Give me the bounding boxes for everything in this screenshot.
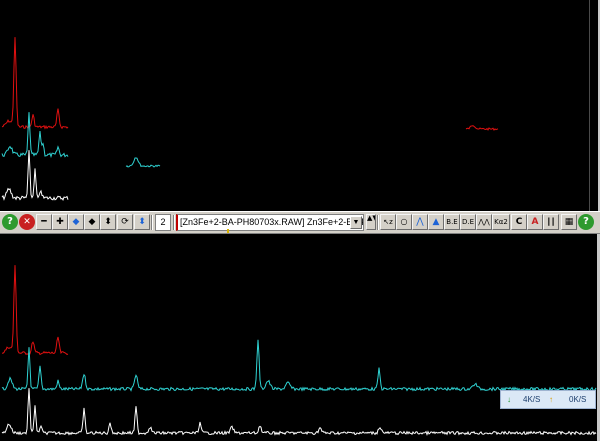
toolbar-separator (173, 215, 175, 230)
grid-icon[interactable]: ▦ (561, 214, 577, 230)
stretch-vertical-icon[interactable]: ⬍ (100, 214, 116, 230)
bottom-pattern-plot (1, 265, 597, 437)
background-edit-icon[interactable]: B.E (444, 214, 460, 230)
expand-horizontal-icon[interactable]: ◆ (68, 214, 84, 230)
pane-count-field[interactable]: 2 (155, 214, 171, 231)
stack-icon[interactable]: ⬍ (134, 214, 150, 230)
magnifier-icon[interactable]: ○ (396, 214, 412, 230)
top-pane-scrollbar[interactable] (589, 0, 598, 211)
upload-rate: 0K/S (569, 395, 587, 404)
help-icon[interactable]: ? (578, 214, 594, 230)
peak-search-icon[interactable]: ⋀ (412, 214, 428, 230)
red-pattern-trace (1, 37, 69, 130)
download-arrow-icon: ↓ (507, 395, 511, 404)
top-pattern-pane[interactable] (0, 0, 600, 211)
red-pattern-trace (1, 265, 69, 356)
expand-vertical-icon[interactable]: ◆ (84, 214, 100, 230)
network-rate-panel: ↓ 4K/S ↑ 0K/S (500, 390, 596, 409)
pattern-file-select-value: [Zn3Fe+2-BA-PH80703x.RAW] Zn3Fe+2-BA-PH8… (180, 217, 364, 227)
cyan-pattern-fragment (125, 157, 161, 168)
close-icon[interactable]: ✕ (19, 214, 35, 230)
data-edit-icon[interactable]: D.E (460, 214, 476, 230)
chevron-down-icon[interactable]: ▼ (350, 216, 362, 229)
red-pattern-fragment (465, 125, 499, 131)
toolbar-separator (151, 215, 153, 230)
bottom-pattern-pane[interactable] (0, 234, 600, 441)
download-rate: 4K/S (523, 395, 541, 404)
refresh-icon[interactable]: ⟳ (117, 214, 133, 230)
bars-icon[interactable]: ┃┃ (543, 214, 559, 230)
calibrate-icon[interactable]: C (511, 214, 527, 230)
annotate-icon[interactable]: A (527, 214, 543, 230)
minus-icon[interactable]: ━ (36, 214, 52, 230)
select-zoom-icon[interactable]: ↖z (380, 214, 396, 230)
spin-updown-icon[interactable]: ▲▼ (366, 214, 376, 230)
plus-icon[interactable]: ✚ (52, 214, 68, 230)
pattern-toolbar: ? ✕ ━ ✚ ◆ ◆ ⬍ ⟳ ⬍ 2 [Zn3Fe+2-BA-PH80703x… (0, 211, 600, 234)
profile-fit-icon[interactable]: ⋀⋀ (476, 214, 492, 230)
fill-peak-icon[interactable]: ▲ (428, 214, 444, 230)
ka2-strip-icon[interactable]: Kα2 (492, 214, 510, 230)
top-pattern-plot (1, 37, 499, 202)
pattern-file-select[interactable]: [Zn3Fe+2-BA-PH80703x.RAW] Zn3Fe+2-BA-PH8… (176, 214, 364, 231)
position-cursor-marker (227, 229, 229, 233)
upload-arrow-icon: ↑ (549, 395, 553, 404)
help-icon[interactable]: ? (2, 214, 18, 230)
cyan-pattern-trace (1, 339, 597, 392)
white-pattern-trace (1, 150, 69, 202)
toolbar-separator (377, 215, 379, 230)
